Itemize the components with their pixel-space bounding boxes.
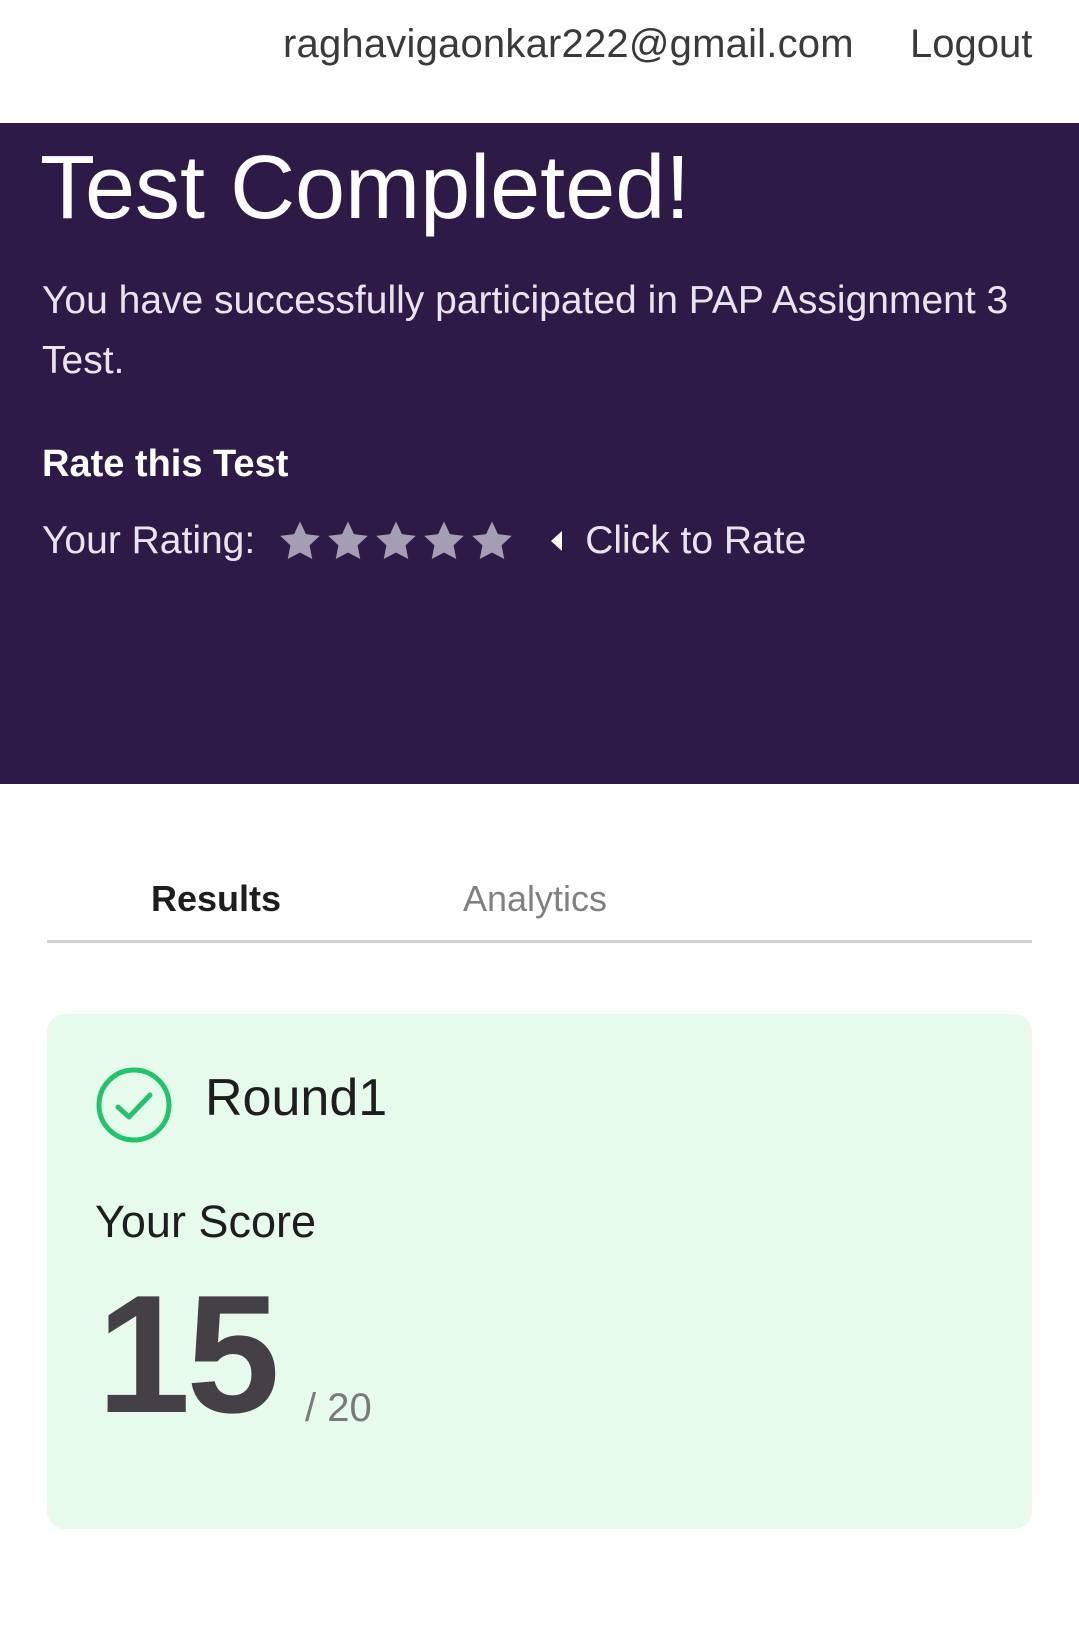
rating-label: Your Rating: [42, 519, 256, 562]
star-icon-2[interactable] [325, 518, 371, 564]
caret-left-icon [549, 529, 563, 553]
result-tabs: Results Analytics [47, 858, 1032, 943]
round-result-card: Round1 Your Score 15 / 20 [47, 1014, 1032, 1529]
completion-message: You have successfully participated in PA… [42, 279, 1009, 382]
logout-link[interactable]: Logout [910, 22, 1032, 67]
star-rating[interactable] [277, 518, 515, 564]
page-title: Test Completed! [40, 138, 691, 238]
score-value: 15 [97, 1260, 280, 1448]
star-icon-1[interactable] [277, 518, 323, 564]
check-circle-icon [95, 1066, 173, 1144]
rating-row: Your Rating: Click to Rate [42, 511, 806, 571]
star-icon-4[interactable] [421, 518, 467, 564]
completion-banner: Test Completed! You have successfully pa… [0, 123, 1079, 784]
click-to-rate-label[interactable]: Click to Rate [585, 519, 806, 563]
round-title: Round1 [205, 1069, 388, 1127]
star-icon-5[interactable] [469, 518, 515, 564]
rate-heading: Rate this Test [42, 443, 289, 485]
star-icon-3[interactable] [373, 518, 419, 564]
score-total: / 20 [305, 1386, 372, 1430]
tab-analytics[interactable]: Analytics [463, 878, 607, 920]
score-label: Your Score [95, 1196, 316, 1247]
user-email: raghavigaonkar222@gmail.com [283, 22, 854, 66]
top-bar: raghavigaonkar222@gmail.com Logout [0, 0, 1079, 123]
tab-results[interactable]: Results [151, 878, 281, 920]
